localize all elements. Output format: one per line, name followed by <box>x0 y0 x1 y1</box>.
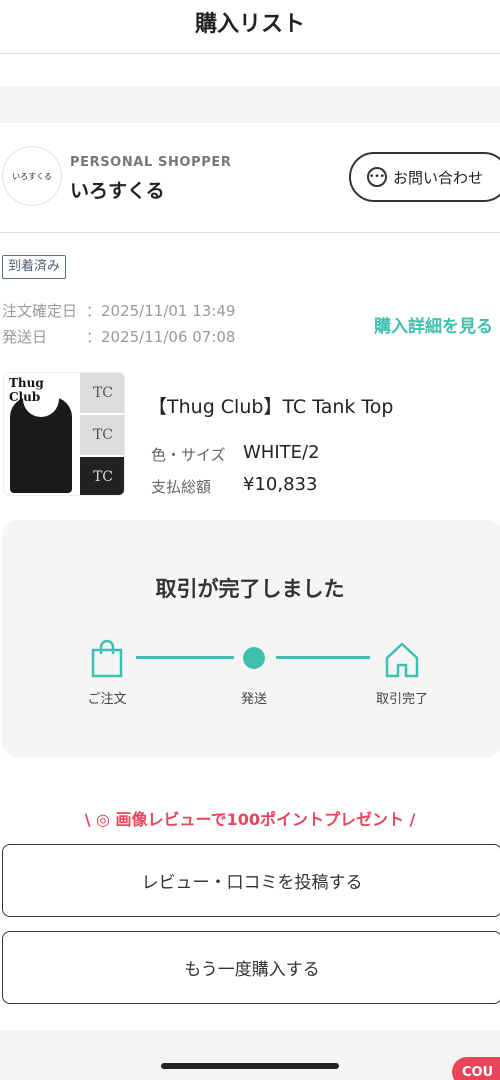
page-title: 購入リスト <box>194 12 305 37</box>
product-title[interactable]: 【Thug Club】TC Tank Top <box>148 392 394 419</box>
step-label-order: ご注文 <box>87 692 127 707</box>
review-promo-text: \ ◎ 画像レビューで100ポイントプレゼント / <box>84 810 416 829</box>
product-image-brand: Thug Club <box>9 376 44 404</box>
total-row: 支払総額 ¥10,833 <box>151 474 317 497</box>
shopping-bag-icon <box>91 639 123 678</box>
shop-type-label: PERSONAL SHOPPER <box>70 155 232 170</box>
order-confirmed-row: 注文確定日 ：2025/11/01 13:49 <box>2 300 235 321</box>
color-size-label: 色・サイズ <box>151 446 226 464</box>
progress-line <box>136 656 234 659</box>
step-label-shipped: 発送 <box>240 692 267 707</box>
status-title: 取引が完了しました <box>155 577 345 601</box>
shipped-label: 発送日 <box>2 328 48 346</box>
coupon-tab[interactable]: COU <box>452 1057 500 1080</box>
shop-info: いろすくる PERSONAL SHOPPER いろすくる ••• お問い合わせ <box>0 146 500 218</box>
color-size-value: WHITE/2 <box>243 442 320 463</box>
contact-button[interactable]: ••• お問い合わせ <box>349 152 500 202</box>
shop-name[interactable]: いろすくる <box>70 176 165 203</box>
contact-button-label: お問い合わせ <box>393 168 484 187</box>
product-thumb: TC <box>80 415 124 455</box>
product-main-image: Thug Club <box>4 373 78 495</box>
progress-dot-shipped <box>243 647 265 669</box>
order-confirmed-label: 注文確定日 <box>2 302 78 320</box>
home-indicator <box>161 1063 339 1069</box>
total-label: 支払総額 <box>151 478 212 496</box>
bottom-band <box>0 1030 500 1080</box>
shipped-value: ：2025/11/06 07:08 <box>86 328 236 346</box>
buy-again-button[interactable]: もう一度購入する <box>2 931 500 1004</box>
top-header: 購入リスト <box>0 0 500 54</box>
shipped-row: 発送日 ：2025/11/06 07:08 <box>2 326 235 347</box>
product-image[interactable]: Thug Club TC TC TC <box>3 372 125 496</box>
progress-line <box>276 656 370 659</box>
section-separator <box>0 86 500 123</box>
divider <box>0 232 500 233</box>
step-label-complete: 取引完了 <box>375 692 428 707</box>
color-size-row: 色・サイズ WHITE/2 <box>151 442 320 465</box>
product-thumb: TC <box>80 373 124 413</box>
buy-again-button-label: もう一度購入する <box>184 960 320 980</box>
order-confirmed-value: ：2025/11/01 13:49 <box>86 302 236 320</box>
post-review-button[interactable]: レビュー・口コミを投稿する <box>2 844 500 917</box>
purchase-detail-link[interactable]: 購入詳細を見る <box>374 312 493 337</box>
post-review-button-label: レビュー・口コミを投稿する <box>141 873 363 893</box>
shop-avatar[interactable]: いろすくる <box>2 146 62 206</box>
total-value: ¥10,833 <box>243 474 318 495</box>
chat-bubble-icon: ••• <box>367 167 387 187</box>
product-thumb: TC <box>80 457 124 495</box>
home-icon <box>385 642 419 678</box>
transaction-status-card <box>2 520 500 757</box>
status-badge: 到着済み <box>2 255 67 279</box>
